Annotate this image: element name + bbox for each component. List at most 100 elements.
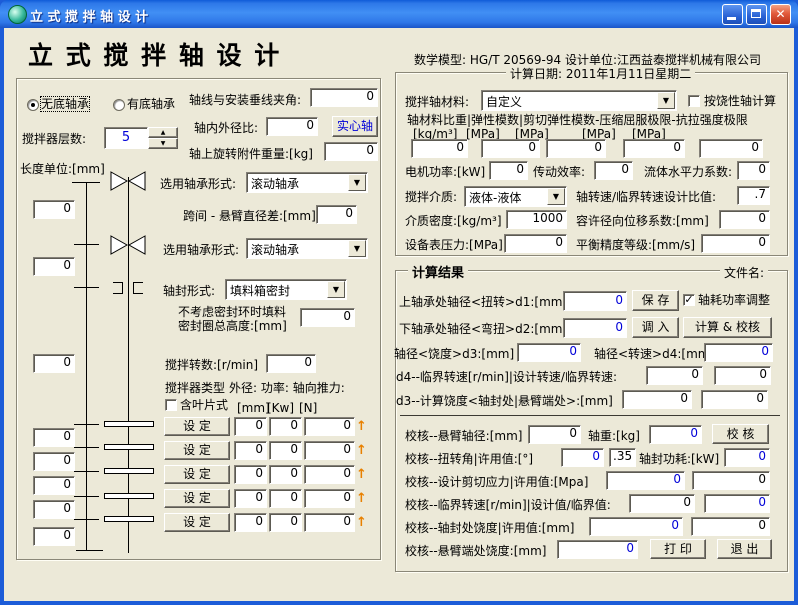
check-critical-output-2[interactable]: 0 (704, 494, 770, 513)
check-seal-deflection-output-1[interactable]: 0 (589, 517, 683, 536)
impeller-thrust-input[interactable]: 0 (304, 417, 355, 436)
d2-output[interactable]: 0 (563, 318, 627, 338)
impeller-diameter-input[interactable]: 0 (234, 441, 267, 460)
d3-deflection-output-2[interactable]: 0 (701, 390, 768, 409)
attachment-weight-input[interactable]: 0 (324, 142, 378, 161)
fluid-coeff-input[interactable]: 0 (737, 161, 770, 180)
thrust-up-icon[interactable]: ↑ (356, 514, 367, 531)
density-input[interactable]: 1000 (506, 210, 567, 229)
impeller-power-input[interactable]: 0 (269, 417, 302, 436)
efficiency-input[interactable]: 0 (594, 161, 633, 180)
d4-output[interactable]: 0 (704, 343, 773, 362)
solid-shaft-button[interactable]: 实心轴 (332, 116, 378, 137)
save-button[interactable]: 保 存 (632, 290, 679, 311)
material-prop-input[interactable]: 0 (546, 139, 606, 158)
material-prop-input[interactable]: 0 (481, 139, 540, 158)
impeller-thrust-input[interactable]: 0 (304, 489, 355, 508)
segment-length-input[interactable]: 0 (33, 354, 75, 373)
close-button[interactable]: ✕ (770, 4, 791, 25)
check-seal-deflection-output-2[interactable]: 0 (691, 517, 770, 536)
chevron-down-icon[interactable]: ▼ (327, 281, 345, 298)
flexible-shaft-checkbox[interactable] (688, 95, 700, 107)
rotation-speed-input[interactable]: 0 (266, 354, 316, 373)
bearing-form-lower-select[interactable]: 滚动轴承 ▼ (246, 238, 368, 259)
check-button[interactable]: 校 核 (712, 424, 769, 444)
set-impeller-button[interactable]: 设 定 (164, 465, 230, 484)
check-cantilever-input[interactable]: 0 (528, 425, 581, 444)
layers-spin-up-button[interactable]: ▲ (148, 127, 178, 138)
calc-check-button[interactable]: 计算 & 校核 (683, 317, 772, 338)
check-torsion-allow-input[interactable]: .35 (609, 448, 636, 467)
chevron-down-icon[interactable]: ▼ (348, 240, 366, 257)
check-shear-output-2[interactable]: 0 (692, 471, 770, 490)
segment-length-input[interactable]: 0 (33, 257, 75, 276)
layers-spin-down-button[interactable]: ▼ (148, 138, 178, 149)
segment-length-input[interactable]: 0 (33, 428, 75, 447)
gauge-pressure-input[interactable]: 0 (504, 234, 567, 253)
segment-length-input[interactable]: 0 (33, 200, 75, 219)
d3-output[interactable]: 0 (517, 343, 581, 362)
flexible-shaft-label[interactable]: 按饶性轴计算 (704, 94, 776, 108)
shaft-weight-output[interactable]: 0 (649, 425, 702, 444)
no-bottom-bearing-radio[interactable] (27, 99, 39, 111)
d4-critical-output-1[interactable]: 0 (646, 366, 703, 385)
impeller-thrust-input[interactable]: 0 (304, 465, 355, 484)
packing-height-input[interactable]: 0 (300, 308, 355, 327)
impeller-diameter-input[interactable]: 0 (234, 417, 267, 436)
check-torsion-output[interactable]: 0 (561, 448, 604, 467)
check-cantilever-deflection-output[interactable]: 0 (557, 540, 638, 559)
chevron-down-icon[interactable]: ▼ (547, 188, 565, 205)
segment-length-input[interactable]: 0 (33, 476, 75, 495)
bearing-form-upper-select[interactable]: 滚动轴承 ▼ (246, 172, 368, 193)
set-impeller-button[interactable]: 设 定 (164, 513, 230, 532)
with-bottom-bearing-label[interactable]: 有底轴承 (127, 97, 175, 111)
radial-disp-input[interactable]: 0 (719, 210, 770, 229)
impeller-diameter-input[interactable]: 0 (234, 489, 267, 508)
impeller-thrust-input[interactable]: 0 (304, 441, 355, 460)
impeller-thrust-input[interactable]: 0 (304, 513, 355, 532)
print-button[interactable]: 打 印 (650, 539, 706, 559)
d3-deflection-output-1[interactable]: 0 (622, 390, 692, 409)
angle-input[interactable]: 0 (310, 88, 378, 107)
blade-type-label[interactable]: 含叶片式 (180, 398, 228, 412)
material-select[interactable]: 自定义 ▼ (481, 90, 677, 111)
impeller-diameter-input[interactable]: 0 (234, 465, 267, 484)
balance-grade-input[interactable]: 0 (701, 234, 770, 253)
layers-input[interactable]: 5 (104, 127, 148, 149)
chevron-down-icon[interactable]: ▼ (657, 92, 675, 109)
set-impeller-button[interactable]: 设 定 (164, 417, 230, 436)
impeller-power-input[interactable]: 0 (269, 489, 302, 508)
seal-power-output[interactable]: 0 (724, 448, 770, 467)
impeller-diameter-input[interactable]: 0 (234, 513, 267, 532)
set-impeller-button[interactable]: 设 定 (164, 489, 230, 508)
span-diff-input[interactable]: 0 (316, 205, 357, 224)
maximize-button[interactable] (746, 4, 767, 25)
impeller-power-input[interactable]: 0 (269, 513, 302, 532)
thrust-up-icon[interactable]: ↑ (356, 442, 367, 459)
segment-length-input[interactable]: 0 (33, 452, 75, 471)
material-prop-input[interactable]: 0 (623, 139, 685, 158)
d1-output[interactable]: 0 (563, 291, 627, 311)
impeller-power-input[interactable]: 0 (269, 441, 302, 460)
check-shear-output-1[interactable]: 0 (606, 471, 685, 490)
material-prop-input[interactable]: 0 (699, 139, 763, 158)
chevron-down-icon[interactable]: ▼ (348, 174, 366, 191)
power-adjust-label[interactable]: 轴耗功率调整 (698, 293, 770, 307)
thrust-up-icon[interactable]: ↑ (356, 418, 367, 435)
no-bottom-bearing-label[interactable]: 无底轴承 (41, 97, 89, 111)
thrust-up-icon[interactable]: ↑ (356, 490, 367, 507)
seal-form-select[interactable]: 填料箱密封 ▼ (225, 279, 347, 300)
with-bottom-bearing-radio[interactable] (113, 99, 125, 111)
check-critical-output-1[interactable]: 0 (629, 494, 695, 513)
segment-length-input[interactable]: 0 (33, 527, 75, 546)
motor-power-input[interactable]: 0 (489, 161, 528, 180)
speed-ratio-input[interactable]: .7 (737, 186, 770, 205)
set-impeller-button[interactable]: 设 定 (164, 441, 230, 460)
material-prop-input[interactable]: 0 (411, 139, 468, 158)
blade-type-checkbox[interactable] (165, 399, 177, 411)
d4-critical-output-2[interactable]: 0 (714, 366, 771, 385)
thrust-up-icon[interactable]: ↑ (356, 466, 367, 483)
medium-select[interactable]: 液体-液体 ▼ (464, 186, 567, 207)
minimize-button[interactable] (722, 4, 743, 25)
power-adjust-checkbox[interactable]: ✓ (683, 294, 695, 306)
